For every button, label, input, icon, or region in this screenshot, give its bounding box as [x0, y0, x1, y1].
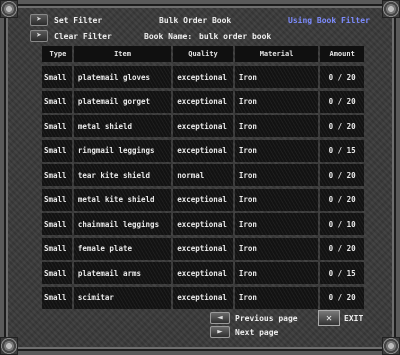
row-quality-cell: exceptional: [173, 213, 233, 235]
row-amount-cell: 0 / 20: [320, 188, 364, 211]
row-quality-cell: exceptional: [173, 139, 233, 162]
row-item-cell: chainmail leggings: [74, 213, 172, 235]
corner-ornament-icon: [0, 0, 18, 18]
clear-filter-button[interactable]: ➤: [30, 30, 48, 42]
filter-status: Using Book Filter: [288, 16, 370, 25]
row-amount-cell: 0 / 20: [320, 66, 364, 88]
row-amount-cell: 0 / 20: [320, 286, 364, 309]
row-type-cell: Small: [42, 262, 72, 284]
row-material-cell: Iron: [235, 286, 319, 309]
row-type-cell: Small: [42, 286, 72, 309]
row-item-cell: platemail gloves: [74, 66, 172, 88]
row-item-cell: metal shield: [74, 115, 172, 137]
row-amount-cell: 0 / 20: [320, 164, 364, 186]
table-row: Small tear kite shield normal Iron 0 / 20: [42, 164, 364, 186]
row-quality-cell: exceptional: [173, 90, 233, 113]
exit-button[interactable]: ✕: [318, 310, 340, 326]
row-item-cell: scimitar: [74, 286, 172, 309]
next-page-button[interactable]: ►: [210, 326, 230, 338]
row-amount-cell: 0 / 15: [320, 139, 364, 162]
row-amount-cell: 0 / 20: [320, 237, 364, 260]
row-material-cell: Iron: [235, 164, 319, 186]
row-material-cell: Iron: [235, 237, 319, 260]
row-quality-cell: exceptional: [173, 237, 233, 260]
row-material-cell: Iron: [235, 90, 319, 113]
row-amount-cell: 0 / 15: [320, 262, 364, 284]
row-type-cell: Small: [42, 237, 72, 260]
row-material-cell: Iron: [235, 139, 319, 162]
set-filter-button[interactable]: ➤: [30, 14, 48, 26]
table-row: Small scimitar exceptional Iron 0 / 20: [42, 286, 364, 309]
row-material-cell: Iron: [235, 188, 319, 211]
table-row: Small platemail gorget exceptional Iron 0 / …: [42, 90, 364, 113]
table-row: Small metal kite shield exceptional Iron 0 /…: [42, 188, 364, 211]
row-type-cell: Small: [42, 115, 72, 137]
row-material-cell: Iron: [235, 213, 319, 235]
row-item-cell: platemail gorget: [74, 90, 172, 113]
table-row: Small platemail gloves exceptional Iron 0 / …: [42, 66, 364, 88]
arrow-left-icon: ◄: [217, 313, 223, 323]
table-row: Small metal shield exceptional Iron 0 / 20: [42, 115, 364, 137]
row-material-cell: Iron: [235, 262, 319, 284]
table-row: Small female plate exceptional Iron 0 / 20: [42, 237, 364, 260]
row-quality-cell: normal: [173, 164, 233, 186]
table-row: Small chainmail leggings exceptional Iron 0 …: [42, 213, 364, 235]
row-type-cell: Small: [42, 164, 72, 186]
column-header-material: Material: [234, 46, 319, 62]
bulk-order-table: Type Item Quality Material Amount Small p…: [42, 46, 365, 311]
row-quality-cell: exceptional: [173, 286, 233, 309]
row-quality-cell: exceptional: [173, 262, 233, 284]
table-header: Type Item Quality Material Amount: [42, 46, 365, 64]
column-header-item: Item: [73, 46, 172, 62]
previous-page-button[interactable]: ◄: [210, 312, 230, 324]
row-quality-cell: exceptional: [173, 66, 233, 88]
previous-page-label: Previous page: [235, 314, 298, 323]
row-type-cell: Small: [42, 188, 72, 211]
row-amount-cell: 0 / 20: [320, 90, 364, 113]
table-row: Small platemail arms exceptional Iron 0 / 15: [42, 262, 364, 284]
row-type-cell: Small: [42, 90, 72, 113]
row-quality-cell: exceptional: [173, 115, 233, 137]
row-type-cell: Small: [42, 139, 72, 162]
close-icon: ✕: [325, 312, 333, 324]
row-item-cell: platemail arms: [74, 262, 172, 284]
row-quality-cell: exceptional: [173, 188, 233, 211]
corner-ornament-icon: [382, 0, 400, 18]
page-title: Bulk Order Book: [159, 16, 232, 25]
set-filter-label: Set Filter: [54, 16, 103, 25]
arrow-right-icon: ➤: [36, 15, 42, 25]
row-type-cell: Small: [42, 66, 72, 88]
row-item-cell: ringmail leggings: [74, 139, 172, 162]
clear-filter-label: Clear Filter: [54, 32, 112, 41]
row-amount-cell: 0 / 20: [320, 115, 364, 137]
corner-ornament-icon: [382, 337, 400, 355]
exit-label: EXIT: [344, 314, 364, 323]
row-type-cell: Small: [42, 213, 72, 235]
table-row: Small ringmail leggings exceptional Iron 0 /…: [42, 139, 364, 162]
row-material-cell: Iron: [235, 66, 319, 88]
table-body: Small platemail gloves exceptional Iron 0 / …: [42, 66, 364, 309]
next-page-label: Next page: [235, 328, 279, 337]
row-material-cell: Iron: [235, 115, 319, 137]
column-header-amount: Amount: [320, 46, 365, 62]
row-item-cell: metal kite shield: [74, 188, 172, 211]
book-name-label: Book Name:: [144, 32, 193, 41]
arrow-right-icon: ➤: [36, 31, 42, 41]
book-name-value: bulk order book: [199, 32, 272, 41]
column-header-quality: Quality: [173, 46, 233, 62]
row-item-cell: tear kite shield: [74, 164, 172, 186]
column-header-type: Type: [42, 46, 72, 62]
row-item-cell: female plate: [74, 237, 172, 260]
corner-ornament-icon: [0, 337, 18, 355]
arrow-right-icon: ►: [217, 327, 223, 337]
row-amount-cell: 0 / 10: [320, 213, 364, 235]
